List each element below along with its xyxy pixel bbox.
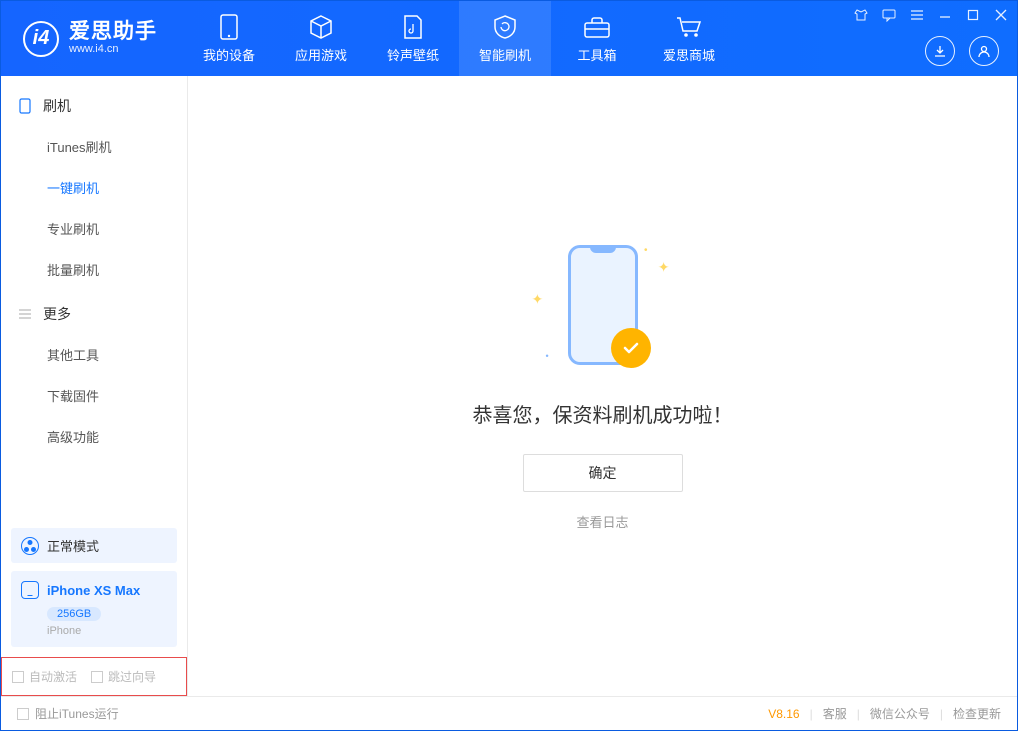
device-type: iPhone [47, 625, 167, 637]
user-icon[interactable] [969, 36, 999, 66]
service-link[interactable]: 客服 [823, 705, 847, 722]
nav-tab-device[interactable]: 我的设备 [183, 1, 275, 76]
nav-tab-label: 工具箱 [577, 45, 616, 64]
version-label: V8.16 [768, 707, 799, 721]
sidebar-item-other-tools[interactable]: 其他工具 [1, 334, 187, 375]
section-header-flash: 刷机 [1, 82, 187, 126]
success-check-icon [611, 328, 651, 368]
sidebar-item-pro-flash[interactable]: 专业刷机 [1, 208, 187, 249]
app-body: 刷机 iTunes刷机 一键刷机 专业刷机 批量刷机 更多 其他工具 下载固件 … [1, 76, 1017, 696]
confirm-button[interactable]: 确定 [523, 454, 683, 492]
section-header-more: 更多 [1, 290, 187, 334]
device-head: iPhone XS Max [21, 581, 167, 599]
mode-label: 正常模式 [47, 536, 99, 555]
footer-right: V8.16 | 客服 | 微信公众号 | 检查更新 [768, 705, 1001, 722]
nav-tab-apps[interactable]: 应用游戏 [275, 1, 367, 76]
wechat-link[interactable]: 微信公众号 [870, 705, 930, 722]
highlight-checkbox-row: 自动激活 跳过向导 [1, 657, 187, 696]
status-bar: 阻止iTunes运行 V8.16 | 客服 | 微信公众号 | 检查更新 [1, 696, 1017, 730]
sparkle-icon: ✦ [532, 291, 544, 308]
sidebar: 刷机 iTunes刷机 一键刷机 专业刷机 批量刷机 更多 其他工具 下载固件 … [1, 76, 188, 696]
block-itunes-checkbox[interactable]: 阻止iTunes运行 [17, 705, 119, 722]
checkbox-icon [12, 671, 24, 683]
update-link[interactable]: 检查更新 [953, 705, 1001, 722]
checkbox-icon [17, 708, 29, 720]
nav-tab-label: 应用游戏 [295, 45, 347, 64]
nav-tab-flash[interactable]: 智能刷机 [459, 1, 551, 76]
sidebar-item-oneclick-flash[interactable]: 一键刷机 [1, 167, 187, 208]
device-small-icon [21, 581, 39, 599]
nav-tab-label: 铃声壁纸 [387, 45, 439, 64]
sidebar-bottom: 正常模式 iPhone XS Max 256GB iPhone [1, 518, 187, 657]
storage-badge: 256GB [47, 607, 101, 621]
skip-guide-checkbox[interactable]: 跳过向导 [91, 668, 156, 685]
main-content: ✦ ✦ • • 恭喜您，保资料刷机成功啦！ 确定 查看日志 [188, 76, 1017, 696]
header-user-icons [925, 36, 999, 66]
success-message: 恭喜您，保资料刷机成功啦！ [473, 399, 733, 428]
download-icon[interactable] [925, 36, 955, 66]
cube-icon [307, 13, 335, 41]
nav-tabs: 我的设备 应用游戏 铃声壁纸 智能刷机 [183, 1, 735, 76]
phone-illustration [568, 245, 638, 365]
music-file-icon [399, 13, 427, 41]
auto-activate-checkbox[interactable]: 自动激活 [12, 668, 77, 685]
shield-refresh-icon [491, 13, 519, 41]
nav-tab-label: 我的设备 [203, 45, 255, 64]
section-title: 刷机 [43, 96, 71, 116]
sidebar-item-advanced[interactable]: 高级功能 [1, 416, 187, 457]
success-graphic: ✦ ✦ • • [528, 241, 678, 371]
checkbox-label: 阻止iTunes运行 [35, 705, 119, 722]
cart-icon [675, 13, 703, 41]
toolbox-icon [583, 13, 611, 41]
list-icon [17, 306, 33, 322]
app-title: 爱思助手 [69, 20, 157, 43]
app-header: i4 爱思助手 www.i4.cn 我的设备 应用游戏 [1, 1, 1017, 76]
close-icon[interactable] [993, 7, 1009, 23]
sidebar-item-batch-flash[interactable]: 批量刷机 [1, 249, 187, 290]
sidebar-item-itunes-flash[interactable]: iTunes刷机 [1, 126, 187, 167]
feedback-icon[interactable] [881, 7, 897, 23]
device-icon [215, 13, 243, 41]
nav-tab-label: 爱思商城 [663, 45, 715, 64]
device-name: iPhone XS Max [47, 583, 140, 598]
shirt-icon[interactable] [853, 7, 869, 23]
menu-icon[interactable] [909, 7, 925, 23]
sparkle-icon: ✦ [658, 259, 670, 276]
logo-area: i4 爱思助手 www.i4.cn [1, 20, 175, 56]
phone-outline-icon [17, 98, 33, 114]
checkbox-icon [91, 671, 103, 683]
nav-tab-toolbox[interactable]: 工具箱 [551, 1, 643, 76]
maximize-icon[interactable] [965, 7, 981, 23]
sparkle-icon: • [546, 351, 549, 361]
sparkle-icon: • [644, 245, 648, 256]
nav-tab-store[interactable]: 爱思商城 [643, 1, 735, 76]
window-controls [853, 7, 1009, 23]
nav-tab-ringtones[interactable]: 铃声壁纸 [367, 1, 459, 76]
nav-tab-label: 智能刷机 [479, 45, 531, 64]
checkbox-label: 自动激活 [29, 668, 77, 685]
device-card[interactable]: iPhone XS Max 256GB iPhone [11, 571, 177, 647]
sidebar-item-download-firmware[interactable]: 下载固件 [1, 375, 187, 416]
app-subtitle: www.i4.cn [69, 43, 157, 56]
view-log-link[interactable]: 查看日志 [576, 512, 628, 531]
minimize-icon[interactable] [937, 7, 953, 23]
checkbox-label: 跳过向导 [108, 668, 156, 685]
logo-text: 爱思助手 www.i4.cn [69, 20, 157, 56]
section-title: 更多 [43, 304, 71, 324]
logo-icon: i4 [23, 21, 59, 57]
sidebar-scroll: 刷机 iTunes刷机 一键刷机 专业刷机 批量刷机 更多 其他工具 下载固件 … [1, 76, 187, 518]
app-window: i4 爱思助手 www.i4.cn 我的设备 应用游戏 [0, 0, 1018, 731]
mode-card[interactable]: 正常模式 [11, 528, 177, 563]
mode-icon [21, 537, 39, 555]
